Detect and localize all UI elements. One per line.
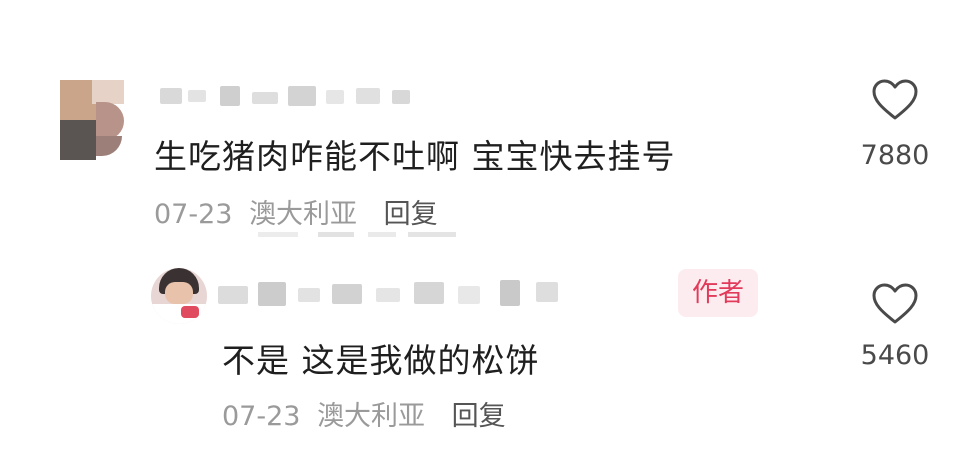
blurred-residue: [258, 232, 458, 238]
author-badge: 作者: [678, 269, 758, 317]
reply-button[interactable]: 回复: [452, 401, 506, 432]
username-blurred[interactable]: [218, 278, 578, 308]
comment-text[interactable]: 不是 这是我做的松饼: [222, 334, 540, 382]
avatar[interactable]: [60, 80, 124, 160]
comment-meta: 07-23 澳大利亚 回复: [154, 192, 438, 231]
comment-text[interactable]: 生吃猪肉咋能不吐啊 宝宝快去挂号: [154, 130, 676, 178]
like-count: 7880: [860, 140, 930, 171]
like-count: 5460: [860, 340, 930, 371]
avatar[interactable]: [151, 268, 207, 324]
comment-location: 澳大利亚: [249, 199, 358, 230]
comment-date: 07-23: [154, 199, 233, 230]
comment-meta: 07-23 澳大利亚 回复: [222, 394, 506, 433]
heart-outline-icon[interactable]: [871, 282, 919, 326]
comment-date: 07-23: [222, 401, 301, 432]
reply-button[interactable]: 回复: [384, 199, 438, 230]
username-blurred[interactable]: [160, 82, 420, 108]
heart-outline-icon[interactable]: [871, 78, 919, 122]
comment-location: 澳大利亚: [317, 401, 426, 432]
